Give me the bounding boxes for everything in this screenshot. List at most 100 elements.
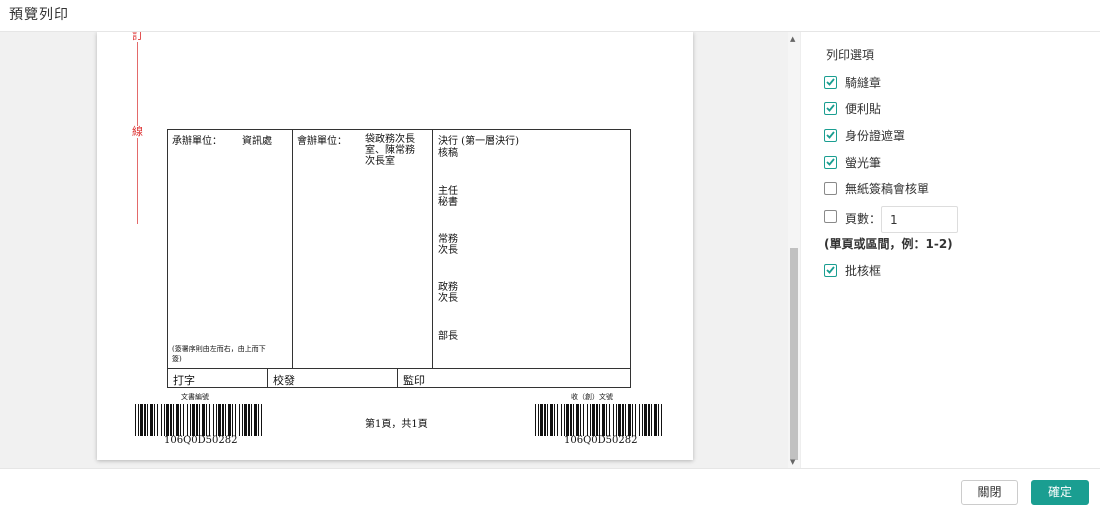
barcode-bar: [187, 404, 188, 436]
signoff-table: 承辦單位： 資訊處 (簽署序則由左而右，由上而下 簽) 會辦單位： 袋政務次長 …: [167, 129, 631, 388]
scrollbar-thumb[interactable]: [790, 248, 798, 460]
barcode-bar: [147, 404, 148, 436]
approval-item: 次長: [438, 293, 458, 304]
barcode-bar: [225, 404, 226, 436]
barcode-bar: [190, 404, 191, 436]
close-button[interactable]: 關閉: [961, 480, 1018, 505]
barcode-bar: [658, 404, 659, 436]
typing-cell: 打字: [168, 369, 268, 388]
barcode-bar: [651, 404, 652, 436]
cosign-label: 會辦單位：: [297, 136, 347, 147]
page-number-input[interactable]: 1: [881, 206, 958, 233]
barcode-bar: [550, 404, 553, 436]
barcode-bar: [192, 404, 195, 436]
barcode-bar: [644, 404, 647, 436]
barcode-bar: [154, 404, 155, 436]
barcode-bar: [606, 404, 607, 436]
barcode-bar: [596, 404, 598, 436]
option-id-mask[interactable]: 身份證遮罩: [824, 127, 905, 143]
barcode-bar: [599, 404, 600, 436]
option-page-range[interactable]: 頁數：: [824, 208, 882, 226]
barcode-bar: [540, 404, 543, 436]
barcode-bar: [583, 404, 584, 436]
barcode-bar: [239, 404, 240, 436]
barcode-bar: [576, 404, 579, 436]
barcode-bar: [183, 404, 184, 436]
option-highlighter[interactable]: 螢光筆: [824, 154, 881, 170]
barcode-bar: [654, 404, 657, 436]
barcode-bar: [573, 404, 574, 436]
dialog-footer: 關閉 確定: [0, 468, 1100, 505]
checkbox-unchecked-icon[interactable]: [824, 181, 837, 195]
page-range-hint: (單頁或區間，例：1-2): [824, 237, 953, 251]
checkbox-checked-icon[interactable]: [824, 128, 837, 142]
undertaking-column: 承辦單位： 資訊處 (簽署序則由左而右，由上而下 簽): [168, 130, 293, 368]
barcode-bar: [625, 404, 626, 436]
barcode-bar: [616, 404, 617, 436]
scroll-up-icon[interactable]: ▲: [790, 35, 795, 43]
barcode-bar: [590, 404, 591, 436]
dialog-titlebar: 預覽列印: [0, 0, 1100, 32]
barcode-bar: [213, 404, 214, 436]
barcode-bar: [544, 404, 546, 436]
undertaking-label: 承辦單位：: [172, 136, 222, 147]
option-approval-box[interactable]: 批核框: [824, 262, 881, 278]
barcode-bar: [554, 404, 555, 436]
barcode-bar: [170, 404, 172, 436]
checkbox-checked-icon[interactable]: [824, 101, 837, 115]
barcode-bar: [254, 404, 257, 436]
barcode-bar: [580, 404, 581, 436]
checkbox-checked-icon[interactable]: [824, 263, 837, 277]
approval-item: 政務: [438, 282, 458, 293]
checkbox-checked-icon[interactable]: [824, 155, 837, 169]
approval-item: 主任: [438, 186, 458, 197]
preview-scrollbar[interactable]: ▲ ▼: [788, 32, 800, 468]
print-preview-area[interactable]: 訂 線 承辦單位： 資訊處 (簽署序則由左而右，由上而下 簽) 會辦單位： 袋政…: [0, 32, 788, 468]
option-seam-stamp[interactable]: 騎縫章: [824, 74, 881, 90]
barcode-bar: [144, 404, 146, 436]
barcode-right-number: 106Q0D50282: [564, 435, 638, 446]
barcode-bar: [639, 404, 640, 436]
barcode-bar: [150, 404, 153, 436]
checkbox-checked-icon[interactable]: [824, 75, 837, 89]
barcode-left: [135, 404, 265, 436]
barcode-bar: [235, 404, 236, 436]
option-sticky-note[interactable]: 便利貼: [824, 100, 881, 116]
barcode-bar: [228, 404, 231, 436]
confirm-button[interactable]: 確定: [1031, 480, 1089, 505]
barcode-bar: [218, 404, 221, 436]
undertaking-value: 資訊處: [242, 136, 272, 147]
decision-column: 決行 (第一層決行) 核稿 主任 秘書 常務 次長 政務 次長 部長: [433, 130, 631, 368]
barcode-bar: [622, 404, 624, 436]
barcode-right-caption: 收（創）文號: [571, 393, 613, 401]
barcode-bar: [138, 404, 139, 436]
barcode-bar: [661, 404, 662, 436]
option-label: 頁數：: [845, 211, 882, 226]
barcode-bar: [209, 404, 210, 436]
barcode-bar: [196, 404, 198, 436]
barcode-left-number: 106Q0D50282: [164, 435, 238, 446]
approval-item: 常務: [438, 234, 458, 245]
option-label: 騎縫章: [845, 75, 882, 90]
barcode-bar: [199, 404, 200, 436]
barcode-bar: [157, 404, 158, 436]
barcode-bar: [173, 404, 174, 436]
barcode-bar: [642, 404, 643, 436]
option-paperless-sheet[interactable]: 無紙簽稿會核單: [824, 180, 929, 196]
barcode-left-caption: 文書編號: [181, 393, 209, 401]
scroll-down-icon[interactable]: ▼: [790, 458, 795, 466]
decision-label: 決行 (第一層決行): [438, 136, 519, 147]
barcode-bar: [135, 404, 136, 436]
checkbox-unchecked-icon[interactable]: [824, 209, 837, 223]
preview-page: 訂 線 承辦單位： 資訊處 (簽署序則由左而右，由上而下 簽) 會辦單位： 袋政…: [97, 32, 693, 460]
barcode-bar: [566, 404, 569, 436]
option-label: 無紙簽稿會核單: [845, 181, 930, 196]
dialog-title: 預覽列印: [9, 7, 69, 23]
barcode-bar: [535, 404, 536, 436]
supervise-cell: 監印: [403, 374, 425, 387]
option-label: 批核框: [845, 263, 882, 278]
cosign-value-3: 次長室: [365, 156, 395, 167]
barcode-bar: [242, 404, 243, 436]
sign-row: 打字 校發 監印: [168, 368, 630, 388]
proofread-cell: 校發: [268, 369, 398, 388]
